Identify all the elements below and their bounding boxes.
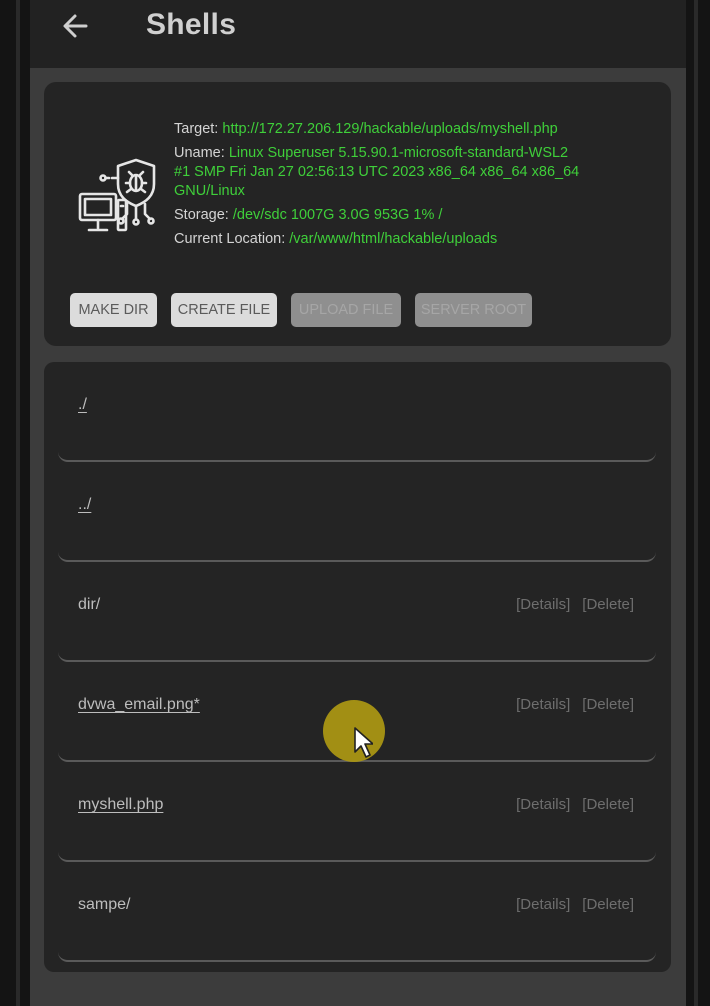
file-row-myshell[interactable]: myshell.php [Details] [Delete] — [58, 762, 656, 862]
file-name[interactable]: dvwa_email.png* — [78, 696, 200, 714]
upload-file-button[interactable]: UPLOAD FILE — [291, 293, 401, 327]
file-name[interactable]: sampe/ — [78, 896, 130, 914]
uname-value-line2: #1 SMP Fri Jan 27 02:56:13 UTC 2023 x86_… — [174, 164, 580, 180]
app-bar: Shells — [30, 0, 686, 68]
file-name[interactable]: myshell.php — [78, 796, 163, 814]
create-file-button[interactable]: CREATE FILE — [171, 293, 277, 327]
details-link[interactable]: [Details] — [516, 696, 570, 713]
details-link[interactable]: [Details] — [516, 896, 570, 913]
device-frame-right — [686, 0, 710, 1006]
uname-label: Uname: — [174, 145, 225, 161]
server-root-button[interactable]: SERVER ROOT — [415, 293, 532, 327]
storage-row: Storage: /dev/sdc 1007G 3.0G 953G 1% / — [174, 206, 654, 225]
page-title: Shells — [146, 8, 237, 41]
delete-link[interactable]: [Delete] — [582, 696, 634, 713]
back-button[interactable] — [58, 8, 94, 44]
uname-value-line3: GNU/Linux — [174, 183, 245, 199]
storage-label: Storage: — [174, 207, 229, 223]
arrow-left-icon — [63, 14, 88, 38]
details-link[interactable]: [Details] — [516, 796, 570, 813]
target-value: http://172.27.206.129/hackable/uploads/m… — [222, 121, 558, 137]
uname-row: Uname: Linux Superuser 5.15.90.1-microso… — [174, 144, 654, 201]
file-name[interactable]: ../ — [78, 496, 91, 514]
cursor-pointer-icon — [354, 727, 373, 758]
file-actions: [Details] [Delete] — [516, 696, 634, 713]
app-screen: Shells Target: http://172.27.206.129/hac… — [30, 0, 686, 1006]
delete-link[interactable]: [Delete] — [582, 796, 634, 813]
server-info-text: Target: http://172.27.206.129/hackable/u… — [174, 120, 654, 254]
location-value: /var/www/html/hackable/uploads — [289, 231, 498, 247]
storage-value: /dev/sdc 1007G 3.0G 953G 1% / — [232, 207, 443, 223]
uname-value-line1: Linux Superuser 5.15.90.1-microsoft-stan… — [228, 145, 569, 161]
delete-link[interactable]: [Delete] — [582, 596, 634, 613]
server-info-card: Target: http://172.27.206.129/hackable/u… — [44, 82, 671, 346]
delete-link[interactable]: [Delete] — [582, 896, 634, 913]
server-bug-shield-icon — [78, 158, 156, 232]
file-row-current-dir[interactable]: ./ — [58, 362, 656, 462]
details-link[interactable]: [Details] — [516, 596, 570, 613]
file-actions: [Details] [Delete] — [516, 796, 634, 813]
target-label: Target: — [174, 121, 219, 137]
file-actions: [Details] [Delete] — [516, 596, 634, 613]
file-list: ./ ../ dir/ [Details] [Delete] dvwa_email… — [44, 362, 671, 972]
target-row: Target: http://172.27.206.129/hackable/u… — [174, 120, 654, 139]
file-row-sampe[interactable]: sampe/ [Details] [Delete] — [58, 862, 656, 962]
make-dir-button[interactable]: MAKE DIR — [70, 293, 157, 327]
device-frame-left — [0, 0, 30, 1006]
location-label: Current Location: — [174, 231, 286, 247]
file-row-dir[interactable]: dir/ [Details] [Delete] — [58, 562, 656, 662]
file-name[interactable]: ./ — [78, 396, 87, 414]
file-actions: [Details] [Delete] — [516, 896, 634, 913]
file-row-parent-dir[interactable]: ../ — [58, 462, 656, 562]
file-name[interactable]: dir/ — [78, 596, 100, 614]
location-row: Current Location: /var/www/html/hackable… — [174, 230, 654, 249]
